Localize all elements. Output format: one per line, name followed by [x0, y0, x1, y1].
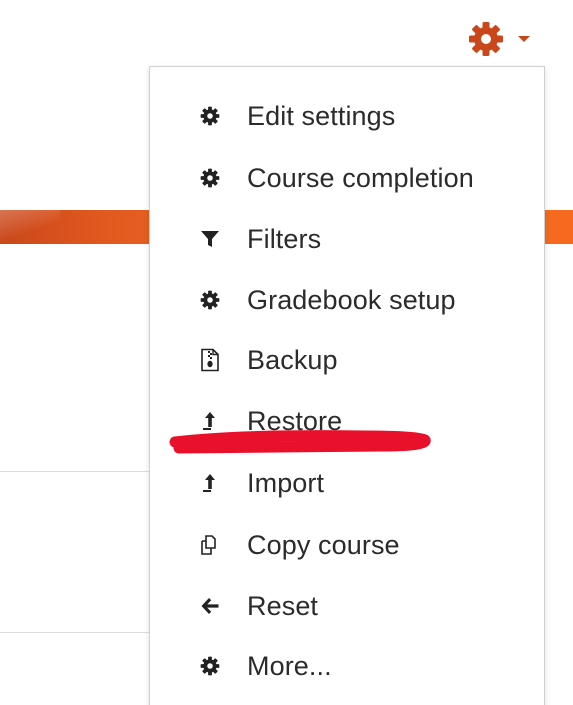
menu-item-filters[interactable]: Filters: [150, 214, 544, 264]
gear-icon: [199, 289, 221, 311]
copy-icon: [199, 534, 221, 556]
menu-item-label: Edit settings: [247, 100, 396, 131]
divider: [0, 471, 150, 472]
menu-item-label: Course completion: [247, 162, 474, 193]
menu-item-gradebook-setup[interactable]: Gradebook setup: [150, 275, 544, 325]
menu-item-label: Filters: [247, 223, 322, 254]
menu-item-label: Restore: [247, 405, 343, 436]
menu-item-label: Backup: [247, 344, 338, 375]
gear-icon: [469, 22, 503, 56]
course-admin-dropdown: Edit settings Course completion Filters …: [149, 66, 545, 705]
menu-item-label: More...: [247, 650, 332, 681]
gear-icon: [199, 655, 221, 677]
file-archive-icon: [199, 348, 221, 372]
caret-down-icon: [518, 36, 530, 42]
menu-item-backup[interactable]: Backup: [150, 335, 544, 385]
menu-item-more[interactable]: More...: [150, 641, 544, 691]
course-page: Edit settings Course completion Filters …: [0, 0, 573, 705]
menu-item-course-completion[interactable]: Course completion: [150, 153, 544, 203]
menu-item-import[interactable]: Import: [150, 458, 544, 508]
menu-item-reset[interactable]: Reset: [150, 581, 544, 631]
menu-item-label: Reset: [247, 590, 319, 621]
course-admin-menu-toggle[interactable]: [466, 16, 556, 62]
menu-item-copy-course[interactable]: Copy course: [150, 520, 544, 570]
menu-item-edit-settings[interactable]: Edit settings: [150, 91, 544, 141]
menu-item-restore[interactable]: Restore: [150, 396, 544, 446]
gear-icon: [199, 105, 221, 127]
divider: [0, 632, 150, 633]
menu-item-label: Import: [247, 467, 325, 498]
arrow-left-icon: [199, 595, 221, 617]
menu-item-label: Copy course: [247, 529, 400, 560]
upload-arrow-icon: [199, 410, 221, 432]
menu-item-label: Gradebook setup: [247, 284, 456, 315]
gear-icon: [199, 167, 221, 189]
filter-icon: [199, 228, 221, 250]
upload-arrow-icon: [199, 472, 221, 494]
